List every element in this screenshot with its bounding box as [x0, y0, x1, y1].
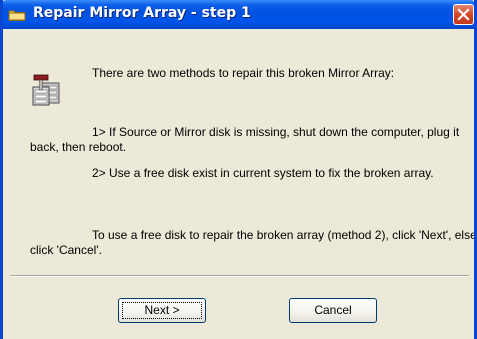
close-icon [457, 8, 470, 21]
intro-text: There are two methods to repair this bro… [92, 66, 395, 80]
title-bar[interactable]: Repair Mirror Array - step 1 [3, 0, 474, 29]
close-button[interactable] [453, 4, 474, 25]
method-1-text: 1> If Source or Mirror disk is missing, … [30, 125, 460, 154]
disk-repair-icon [32, 74, 60, 106]
method-2-text: 2> Use a free disk exist in current syst… [92, 166, 434, 180]
separator [10, 275, 469, 277]
cancel-button-label: Cancel [314, 303, 352, 317]
repair-mirror-array-dialog: Repair Mirror Array - step 1 There are t… [0, 0, 477, 339]
window-title: Repair Mirror Array - step 1 [33, 5, 251, 21]
next-button-label: Next > [144, 303, 180, 317]
folder-icon [8, 10, 26, 21]
next-button[interactable]: Next > [118, 298, 206, 323]
cancel-button[interactable]: Cancel [289, 298, 377, 323]
instruction-text: To use a free disk to repair the broken … [30, 228, 477, 257]
